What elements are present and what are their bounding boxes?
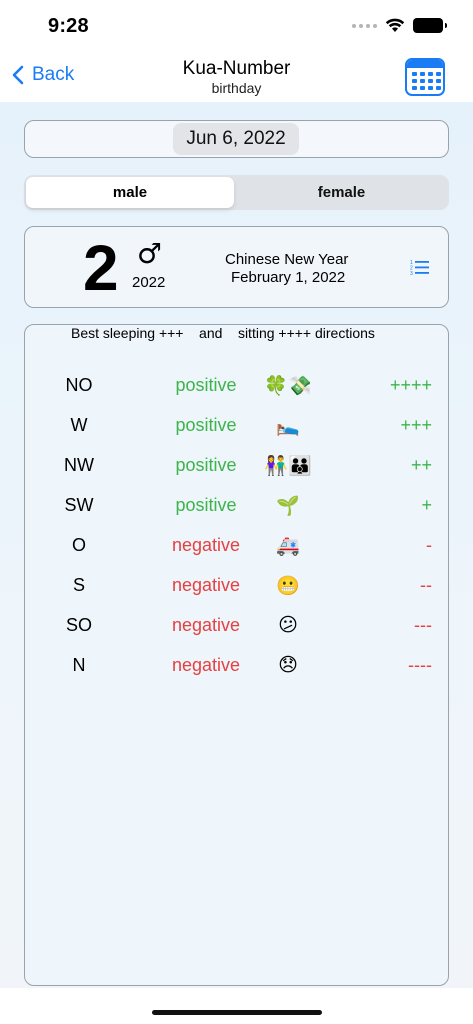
direction-rating: - (426, 535, 432, 555)
page-subtitle: birthday (211, 80, 262, 96)
direction-rating: ++++ (389, 375, 432, 395)
direction-rating: ---- (408, 655, 432, 675)
page-title: Kua-Number (182, 58, 291, 79)
list-item: N negative 😞 ---- (25, 645, 450, 685)
list-item: SW positive 🌱 + (25, 485, 450, 525)
list-item: W positive 🛌 +++ (25, 405, 450, 445)
signal-icon (352, 23, 377, 28)
status-bar: 9:28 (0, 0, 473, 52)
seedling-icon: 🌱 (276, 495, 300, 517)
svg-text:3: 3 (410, 271, 413, 275)
direction-rating: + (421, 495, 432, 515)
direction-code: NO (65, 375, 93, 395)
family-icon: 👫👪 (264, 455, 312, 477)
list-item: O negative 🚑 - (25, 525, 450, 565)
direction-rating: -- (420, 575, 432, 595)
disappointed-face-icon: 😞 (278, 654, 298, 676)
status-time: 9:28 (48, 15, 89, 37)
content-area: Jun 6, 2022 male female 2 ♂ 2022 Chinese… (0, 102, 473, 988)
segment-female[interactable]: female (236, 177, 447, 208)
list-item: NW positive 👫👪 ++ (25, 445, 450, 485)
directions-header: Best sleeping +++ and sitting ++++ direc… (71, 325, 375, 341)
segment-male[interactable]: male (26, 177, 234, 208)
home-bar (0, 988, 473, 1024)
direction-code: S (72, 575, 85, 595)
grimace-face-icon: 😬 (276, 575, 300, 597)
direction-rating: --- (414, 615, 432, 635)
direction-code: N (72, 655, 86, 675)
direction-code: W (70, 415, 88, 435)
list-icon[interactable]: 1 2 3 (410, 259, 430, 275)
direction-code: NW (64, 455, 94, 475)
date-picker[interactable]: Jun 6, 2022 (173, 123, 299, 155)
ambulance-icon: 🚑 (276, 535, 300, 557)
chinese-new-year-date: February 1, 2022 (231, 269, 346, 286)
calendar-icon (407, 60, 443, 90)
chinese-new-year-label: Chinese New Year (225, 251, 349, 268)
kua-year: 2022 (132, 274, 166, 291)
kua-summary-card: 2 ♂ 2022 Chinese New Year February 1, 20… (24, 226, 449, 308)
home-indicator[interactable] (152, 1010, 322, 1015)
battery-icon (413, 18, 447, 33)
list-item: NO positive 🍀💸 ++++ (25, 365, 450, 405)
status-icons (352, 18, 447, 33)
gender-segmented-control: male female (24, 175, 449, 210)
wifi-icon (385, 18, 405, 32)
navigation-bar: Back Kua-Number birthday (0, 52, 473, 102)
direction-rating: ++ (410, 455, 432, 475)
direction-rating: +++ (400, 415, 432, 435)
directions-list: Best sleeping +++ and sitting ++++ direc… (24, 324, 449, 986)
bed-icon: 🛌 (276, 415, 300, 437)
calendar-button[interactable] (405, 58, 445, 96)
list-item: SO negative 😕 --- (25, 605, 450, 645)
direction-code: SO (65, 615, 92, 635)
clover-money-icon: 🍀💸 (264, 375, 312, 397)
male-symbol-icon: ♂ (137, 237, 163, 270)
kua-number: 2 (83, 232, 119, 304)
direction-code: SW (64, 495, 94, 515)
date-picker-container: Jun 6, 2022 (24, 120, 449, 158)
confused-face-icon: 😕 (278, 614, 298, 636)
direction-code: O (71, 535, 86, 555)
list-item: S negative 😬 -- (25, 565, 450, 605)
